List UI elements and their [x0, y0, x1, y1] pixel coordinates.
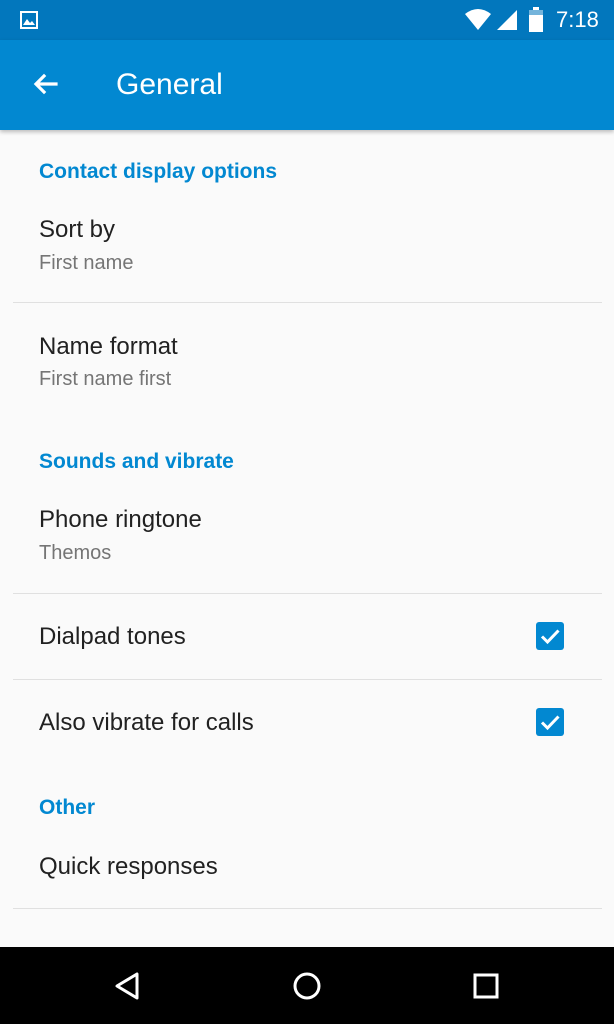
- pref-title: Name format: [39, 333, 178, 360]
- cell-signal-icon: [497, 10, 517, 30]
- pref-sort-by[interactable]: Sort by First name: [0, 205, 614, 302]
- pref-title: Dialpad tones: [39, 623, 186, 650]
- section-header-other: Other: [39, 796, 96, 819]
- pref-dialpad-tones[interactable]: Dialpad tones: [0, 594, 614, 679]
- pref-summary: First name: [39, 252, 134, 274]
- pref-title: Sort by: [39, 216, 116, 243]
- pref-vibrate-for-calls[interactable]: Also vibrate for calls: [0, 680, 614, 766]
- navigation-bar: [0, 947, 614, 1024]
- gallery-notification-icon: [20, 11, 38, 29]
- pref-title: Phone ringtone: [39, 506, 202, 533]
- divider: [13, 908, 602, 909]
- dialpad-tones-checkbox[interactable]: [536, 622, 564, 650]
- battery-icon: [529, 7, 543, 32]
- pref-title: Quick responses: [39, 853, 218, 880]
- section-header-contact-display: Contact display options: [39, 160, 278, 183]
- vibrate-for-calls-checkbox[interactable]: [536, 708, 564, 736]
- settings-list: Contact display options Sort by First na…: [0, 130, 614, 947]
- home-circle-icon[interactable]: [286, 965, 328, 1007]
- section-header-sounds: Sounds and vibrate: [39, 450, 234, 473]
- wifi-icon: [465, 9, 491, 30]
- pref-name-format[interactable]: Name format First name first: [0, 320, 614, 420]
- pref-quick-responses[interactable]: Quick responses: [0, 835, 614, 908]
- checkmark-icon: [540, 629, 560, 645]
- app-bar: General: [0, 40, 614, 130]
- pref-summary: Themos: [39, 542, 112, 564]
- pref-phone-ringtone[interactable]: Phone ringtone Themos: [0, 495, 614, 593]
- back-triangle-icon[interactable]: [106, 965, 148, 1007]
- recents-square-icon[interactable]: [465, 965, 507, 1007]
- status-bar: 7:18: [0, 0, 614, 40]
- arrow-back-icon[interactable]: [24, 65, 64, 105]
- status-clock: 7:18: [556, 7, 599, 32]
- page-title: General: [116, 68, 223, 101]
- pref-summary: First name first: [39, 368, 172, 390]
- checkmark-icon: [540, 715, 560, 731]
- pref-title: Also vibrate for calls: [39, 709, 254, 736]
- divider: [13, 302, 602, 303]
